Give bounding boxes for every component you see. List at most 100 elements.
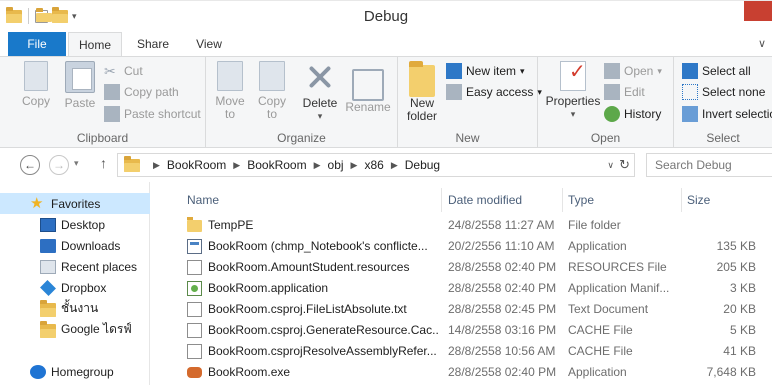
breadcrumb-item[interactable]: obj (328, 158, 344, 172)
move-to-button[interactable]: Move to (212, 61, 248, 121)
breadcrumb-item[interactable]: x86 (364, 158, 383, 172)
paste-shortcut-icon (104, 106, 120, 122)
up-button[interactable]: ↑ (100, 155, 107, 171)
refresh-icon[interactable]: ↻ (619, 157, 630, 173)
chevron-right-icon[interactable]: ▶ (351, 160, 358, 171)
downloads-icon (40, 238, 56, 253)
invert-selection-label: Invert selection (702, 107, 772, 121)
copy-to-button[interactable]: Copy to (254, 61, 290, 121)
table-row[interactable]: BookRoom (chmp_Notebook's conflicte... 2… (151, 236, 772, 257)
close-button[interactable] (744, 1, 772, 21)
select-all-button[interactable]: Select all (682, 61, 751, 81)
file-type: Application (568, 239, 627, 253)
invert-selection-button[interactable]: Invert selection (682, 104, 772, 124)
edit-button[interactable]: Edit (604, 82, 645, 102)
tab-home[interactable]: Home (68, 32, 122, 56)
nav-item-desktop[interactable]: Desktop (0, 214, 150, 235)
file-date: 28/8/2558 02:40 PM (448, 281, 557, 295)
easy-access-button[interactable]: Easy access ▾ (446, 82, 542, 102)
cut-button[interactable]: ✂ Cut (104, 61, 143, 81)
open-icon (604, 63, 620, 79)
column-divider[interactable] (441, 188, 442, 212)
edit-label: Edit (624, 85, 645, 99)
nav-item-recent-places[interactable]: Recent places (0, 256, 150, 277)
paste-shortcut-button[interactable]: Paste shortcut (104, 104, 201, 124)
table-row[interactable]: BookRoom.exe 28/8/2558 02:40 PM Applicat… (151, 362, 772, 383)
nav-item-label: Google ไดรฟ์ (61, 322, 132, 336)
homegroup-icon (30, 364, 46, 379)
paste-label: Paste (64, 96, 96, 110)
new-folder-label-line2: folder (406, 109, 438, 123)
nav-item-label: Downloads (61, 238, 121, 253)
file-date: 28/8/2558 10:56 AM (448, 344, 556, 358)
search-input[interactable]: Search Debug (646, 153, 772, 177)
file-name: BookRoom.application (208, 281, 329, 295)
table-row[interactable]: BookRoom.application 28/8/2558 02:40 PM … (151, 278, 772, 299)
breadcrumb-item[interactable]: BookRoom (167, 158, 226, 172)
properties-button[interactable]: Properties ▾ (544, 61, 602, 121)
column-header-name[interactable]: Name (187, 188, 219, 212)
tab-view[interactable]: View (184, 32, 234, 56)
tab-file[interactable]: File (8, 32, 66, 56)
rename-button[interactable]: Rename (344, 61, 392, 114)
new-item-button[interactable]: New item ▾ (446, 61, 525, 81)
copy-path-button[interactable]: Copy path (104, 82, 179, 102)
file-date: 24/8/2558 11:27 AM (448, 218, 555, 232)
select-none-button[interactable]: Select none (682, 82, 765, 102)
select-group: Select all Select none Invert selection … (674, 57, 772, 149)
column-header-size[interactable]: Size (687, 188, 710, 212)
navigation-bar: ← → ▾ ↑ ▶ BookRoom ▶ BookRoom ▶ obj ▶ x8… (0, 148, 772, 182)
copy-button[interactable]: Copy (16, 61, 56, 108)
back-button[interactable]: ← (20, 155, 40, 175)
table-row[interactable]: TempPE 24/8/2558 11:27 AM File folder (151, 215, 772, 236)
new-folder-button[interactable]: New folder (402, 61, 442, 123)
file-date: 28/8/2558 02:40 PM (448, 365, 557, 379)
nav-item-desktop-folder[interactable]: ชั้นงาน (0, 298, 150, 319)
chevron-right-icon[interactable]: ▶ (314, 160, 321, 171)
history-button[interactable]: History (604, 104, 661, 124)
chevron-right-icon[interactable]: ▶ (391, 160, 398, 171)
table-row[interactable]: BookRoom.csprojResolveAssemblyRefer... 2… (151, 341, 772, 362)
breadcrumb-item[interactable]: BookRoom (247, 158, 306, 172)
organize-group: Move to Copy to Delete ▾ Rename Organize (206, 57, 398, 149)
delete-button[interactable]: Delete ▾ (300, 61, 340, 123)
file-date: 28/8/2558 02:40 PM (448, 260, 557, 274)
file-type: CACHE File (568, 323, 633, 337)
address-bar[interactable]: ▶ BookRoom ▶ BookRoom ▶ obj ▶ x86 ▶ Debu… (117, 153, 635, 177)
copy-path-icon (104, 84, 120, 100)
chevron-right-icon[interactable]: ▶ (233, 160, 240, 171)
rename-label: Rename (345, 100, 391, 114)
forward-button[interactable]: → (49, 155, 69, 175)
column-header-type[interactable]: Type (568, 188, 594, 212)
nav-item-homegroup[interactable]: Homegroup (0, 361, 150, 382)
column-divider[interactable] (681, 188, 682, 212)
paste-button[interactable]: Paste (60, 61, 100, 110)
easy-access-label: Easy access (466, 85, 534, 99)
tab-share[interactable]: Share (128, 32, 178, 56)
nav-item-google-drive[interactable]: Google ไดรฟ์ (0, 319, 150, 340)
easy-access-icon (446, 84, 462, 100)
paste-icon (65, 61, 95, 93)
move-to-icon (217, 61, 243, 91)
nav-item-favorites[interactable]: ★ Favorites (0, 193, 150, 214)
document-icon (187, 260, 202, 275)
file-list: Name Date modified Type Size TempPE 24/8… (151, 182, 772, 385)
open-button[interactable]: Open ▾ (604, 61, 662, 81)
nav-item-downloads[interactable]: Downloads (0, 235, 150, 256)
table-row[interactable]: BookRoom.csproj.FileListAbsolute.txt 28/… (151, 299, 772, 320)
folder-icon (40, 320, 56, 338)
column-divider[interactable] (562, 188, 563, 212)
file-type: RESOURCES File (568, 260, 667, 274)
new-group-label: New (455, 131, 480, 145)
window-title: Debug (363, 8, 409, 25)
column-header-date-modified[interactable]: Date modified (448, 188, 522, 212)
nav-item-dropbox[interactable]: Dropbox (0, 277, 150, 298)
chevron-down-icon[interactable]: ∨ (758, 37, 766, 50)
table-row[interactable]: BookRoom.AmountStudent.resources 28/8/25… (151, 257, 772, 278)
recent-locations-button[interactable]: ▾ (74, 158, 79, 169)
star-icon: ★ (30, 194, 44, 212)
table-row[interactable]: BookRoom.csproj.GenerateResource.Cac... … (151, 320, 772, 341)
breadcrumb-item[interactable]: Debug (405, 158, 440, 172)
file-type: Text Document (568, 302, 649, 316)
chevron-down-icon[interactable]: ∨ (607, 160, 614, 171)
